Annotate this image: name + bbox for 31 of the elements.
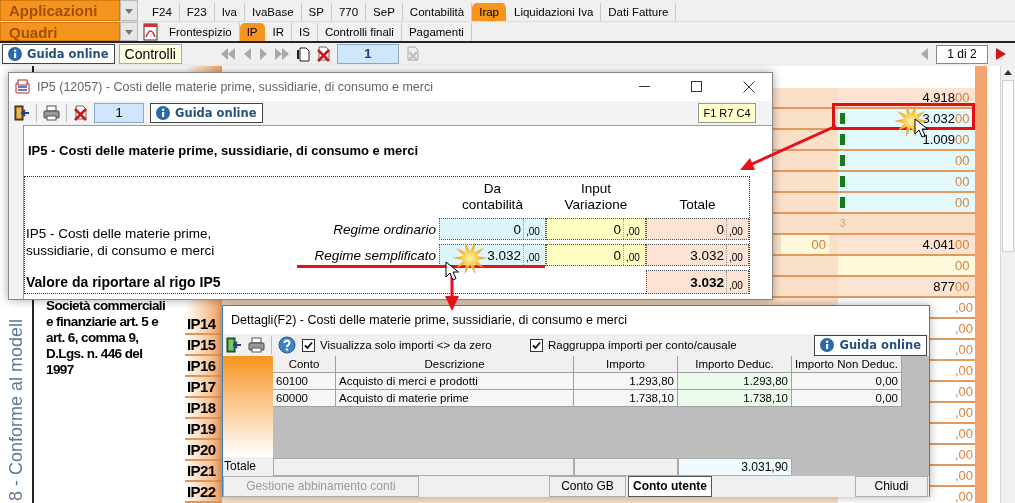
- section-heading: IP5 - Costi delle materie prime, sussidiarie, di consumo e merci: [27, 143, 420, 159]
- row-label: Regime semplificato: [313, 247, 437, 263]
- table-cell: 60000: [273, 390, 336, 407]
- table-cell: 1.738,10: [574, 390, 678, 407]
- column-header: Descrizione: [336, 356, 574, 373]
- column-header: Importo Deduc.: [678, 356, 792, 373]
- column-header: Input Variazione: [563, 181, 629, 214]
- row-label: Regime ordinario: [332, 221, 437, 237]
- table-cell: 1.293,80: [574, 373, 678, 390]
- form-note: Società commerciali e finanziarie art. 5 e art. 6, comma 9, D.Lgs. n. 446 del 1997: [46, 298, 167, 378]
- column-header: Importo Non Deduc.: [792, 356, 902, 373]
- column-header: Da contabilità: [461, 181, 524, 214]
- table-cell: Acquisto di merci e prodotti: [336, 373, 574, 390]
- table-cell: 0,00: [792, 390, 902, 407]
- table-cell: 1.738,10: [678, 390, 792, 407]
- row-description: IP5 - Costi delle materie prime, sussidiarie, di consumo e merci: [25, 225, 216, 259]
- total-label: Totale: [223, 457, 273, 476]
- side-caption: 8 - Conforme al modell: [5, 318, 27, 501]
- window-title: Dettagli(F2) - Costi delle materie prime, sussidiarie, di consumo e merci: [223, 306, 929, 334]
- table-cell: Acquisto di materie prime: [336, 390, 574, 407]
- table-cell: 0,00: [792, 373, 902, 390]
- column-header: Conto: [273, 356, 336, 373]
- total-label: Valore da riportare al rigo IP5: [25, 274, 222, 290]
- column-header: Importo: [574, 356, 678, 373]
- table-cell: 60100: [273, 373, 336, 390]
- table-cell: 1.293,80: [678, 373, 792, 390]
- note-number: 3: [839, 218, 846, 229]
- column-header: Totale: [678, 197, 717, 214]
- cell-reference: F1 R7 C4: [698, 103, 756, 123]
- window-title: IP5 (12057) - Costi delle materie prime, sussidiarie, di consumo e merci: [37, 80, 434, 94]
- total-cell: 3.031,90: [678, 458, 792, 476]
